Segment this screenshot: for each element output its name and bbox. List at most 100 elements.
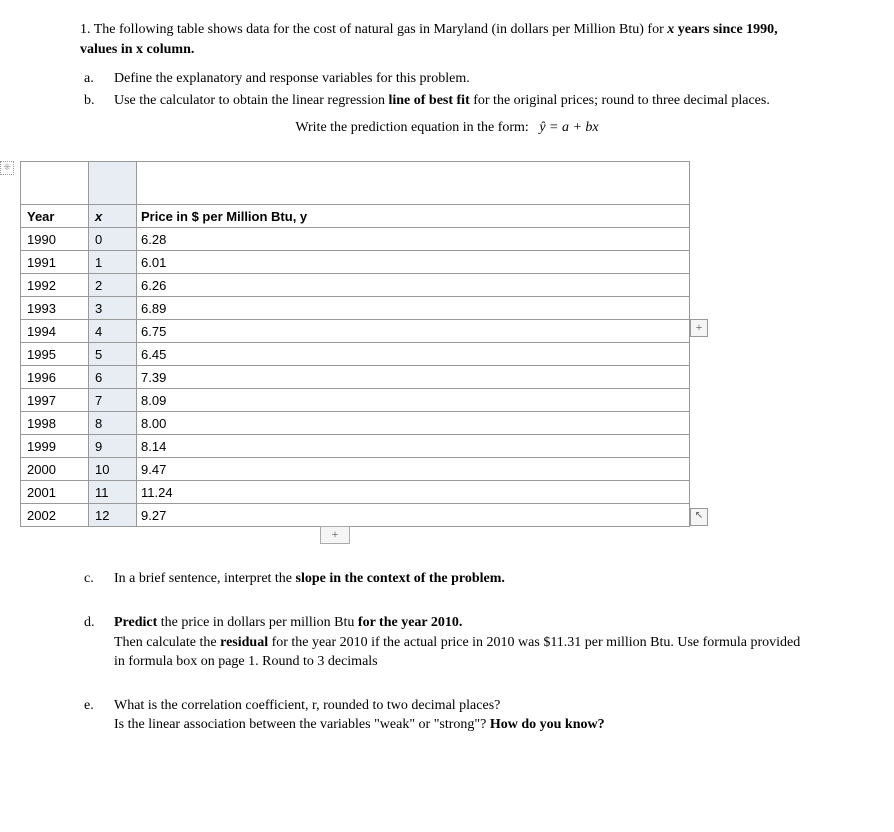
blank-cell [137, 162, 690, 205]
cell-year: 1996 [21, 366, 89, 389]
cell-price: 7.39 [137, 366, 690, 389]
content-e: What is the correlation coefficient, r, … [114, 696, 814, 735]
table-row: 199667.39 [21, 366, 690, 389]
cell-year: 1991 [21, 251, 89, 274]
cell-price: 11.24 [137, 481, 690, 504]
cell-x: 7 [89, 389, 137, 412]
letter-b: b. [80, 91, 114, 111]
cell-year: 1992 [21, 274, 89, 297]
content-a: Define the explanatory and response vari… [114, 69, 814, 89]
b-bold: line of best fit [388, 93, 469, 108]
cell-price: 6.01 [137, 251, 690, 274]
cell-x: 0 [89, 228, 137, 251]
table-row: 199446.75 [21, 320, 690, 343]
eq-text: Write the prediction equation in the for… [295, 120, 528, 135]
letter-c: c. [80, 569, 114, 589]
cell-price: 9.27 [137, 504, 690, 527]
cell-x: 9 [89, 435, 137, 458]
cell-x: 5 [89, 343, 137, 366]
cell-price: 9.47 [137, 458, 690, 481]
problem-intro: 1. The following table shows data for th… [80, 20, 814, 59]
content-b: Use the calculator to obtain the linear … [114, 91, 814, 111]
e-line1: What is the correlation coefficient, r, … [114, 698, 500, 713]
add-tab-icon[interactable]: + [320, 526, 350, 544]
cell-price: 6.26 [137, 274, 690, 297]
table-row: 199006.28 [21, 228, 690, 251]
d-line2-a: Then calculate the [114, 635, 220, 650]
cell-year: 2001 [21, 481, 89, 504]
table-row: 199778.09 [21, 389, 690, 412]
cell-x: 10 [89, 458, 137, 481]
header-x: x [89, 205, 137, 228]
data-table: Year x Price in $ per Million Btu, y 199… [20, 161, 690, 527]
e-line2-a: Is the linear association between the va… [114, 717, 490, 732]
table-row: 199336.89 [21, 297, 690, 320]
item-e: e. What is the correlation coefficient, … [80, 696, 814, 735]
cell-year: 1998 [21, 412, 89, 435]
letter-e: e. [80, 696, 114, 735]
table-row: 199116.01 [21, 251, 690, 274]
cell-year: 1993 [21, 297, 89, 320]
e-bold: How do you know? [490, 717, 605, 732]
b-text-b: for the original prices; round to three … [470, 93, 770, 108]
table-row: 199556.45 [21, 343, 690, 366]
cell-price: 8.14 [137, 435, 690, 458]
cell-price: 6.45 [137, 343, 690, 366]
content-c: In a brief sentence, interpret the slope… [114, 569, 814, 589]
letter-d: d. [80, 613, 114, 672]
cell-year: 1995 [21, 343, 89, 366]
cell-x: 4 [89, 320, 137, 343]
cell-price: 8.09 [137, 389, 690, 412]
cell-x: 6 [89, 366, 137, 389]
header-row: Year x Price in $ per Million Btu, y [21, 205, 690, 228]
table-row: 199226.26 [21, 274, 690, 297]
questions-lower: c. In a brief sentence, interpret the sl… [80, 569, 814, 735]
item-d: d. Predict the price in dollars per mill… [80, 613, 814, 672]
cell-x: 12 [89, 504, 137, 527]
c-text-a: In a brief sentence, interpret the [114, 571, 296, 586]
cell-x: 8 [89, 412, 137, 435]
cell-x: 3 [89, 297, 137, 320]
cell-year: 1994 [21, 320, 89, 343]
content-d: Predict the price in dollars per million… [114, 613, 814, 672]
eq-formula: ŷ = a + bx [539, 120, 598, 135]
table-row: 199998.14 [21, 435, 690, 458]
cell-x: 11 [89, 481, 137, 504]
letter-a: a. [80, 69, 114, 89]
item-b: b. Use the calculator to obtain the line… [80, 91, 814, 111]
item-a: a. Define the explanatory and response v… [80, 69, 814, 89]
intro-text-a: 1. The following table shows data for th… [80, 22, 667, 37]
cell-x: 2 [89, 274, 137, 297]
item-c: c. In a brief sentence, interpret the sl… [80, 569, 814, 589]
table-row: 20011111.24 [21, 481, 690, 504]
d-bold1: Predict [114, 615, 157, 630]
table-wrap: ⁜ Year x Price in $ per Million Btu, y 1… [20, 161, 814, 544]
blank-cell [89, 162, 137, 205]
cell-year: 2002 [21, 504, 89, 527]
d-text-a: the price in dollars per million Btu [157, 615, 358, 630]
b-text-a: Use the calculator to obtain the linear … [114, 93, 388, 108]
cell-price: 6.75 [137, 320, 690, 343]
add-column-icon[interactable]: + [690, 319, 708, 337]
equation-line: Write the prediction equation in the for… [80, 120, 814, 136]
table-row: 199888.00 [21, 412, 690, 435]
d-bold2: for the year 2010. [358, 615, 462, 630]
cell-year: 1999 [21, 435, 89, 458]
resize-handle-icon[interactable]: ↖ [690, 508, 708, 526]
cell-x: 1 [89, 251, 137, 274]
table-row: 2000109.47 [21, 458, 690, 481]
d-bold3: residual [220, 635, 268, 650]
sub-list-top: a. Define the explanatory and response v… [80, 69, 814, 110]
cell-year: 1997 [21, 389, 89, 412]
move-handle-icon[interactable]: ⁜ [0, 161, 14, 175]
header-year: Year [21, 205, 89, 228]
cell-price: 6.89 [137, 297, 690, 320]
cell-year: 2000 [21, 458, 89, 481]
table-row: 2002129.27 [21, 504, 690, 527]
cell-price: 6.28 [137, 228, 690, 251]
cell-price: 8.00 [137, 412, 690, 435]
blank-cell [21, 162, 89, 205]
blank-row [21, 162, 690, 205]
cell-year: 1990 [21, 228, 89, 251]
header-price: Price in $ per Million Btu, y [137, 205, 690, 228]
